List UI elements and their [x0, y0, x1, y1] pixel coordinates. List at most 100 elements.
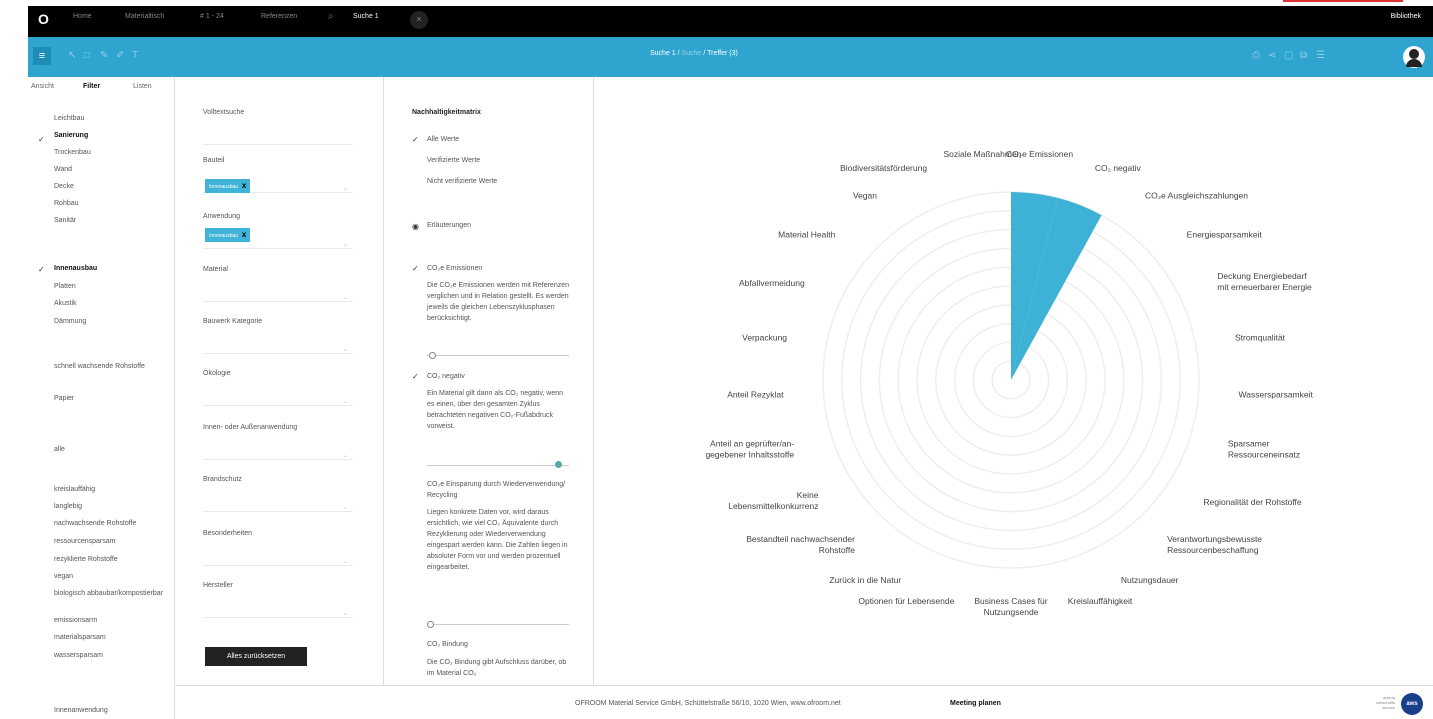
section-co2-negative-desc: Ein Material gilt dann als CO₂ negativ, …	[427, 390, 564, 430]
section-co2e-emissions-desc: Die CO₂e Emissionen werden mit Referenze…	[427, 282, 569, 322]
filter-item[interactable]: Akustik	[54, 299, 172, 308]
anwendung-chip[interactable]: Innenausbau x	[205, 228, 251, 242]
search-field-label: Besonderheiten	[203, 530, 253, 537]
option-all-values[interactable]: Alle Werte	[427, 136, 459, 143]
slider-knob[interactable]	[555, 461, 562, 468]
pen-icon[interactable]: ✎	[100, 50, 108, 61]
text-icon[interactable]: T	[132, 50, 138, 61]
search-field-input[interactable]	[203, 511, 353, 512]
search-field-input[interactable]	[203, 405, 353, 406]
breadcrumb-search[interactable]: Suche 1 /	[650, 50, 682, 57]
filter-item[interactable]: kreislauffähig	[54, 485, 172, 494]
frame-icon[interactable]: □	[84, 50, 90, 61]
search-field-input[interactable]	[203, 353, 353, 354]
aws-logo: aws	[1401, 693, 1423, 715]
list-icon[interactable]: ☰	[1316, 50, 1325, 61]
radar-axis-label: Soziale Maßnahmen	[943, 149, 1021, 159]
filter-item[interactable]: Papier	[54, 394, 172, 403]
filter-item[interactable]: schnell wachsende Rohstoffe	[54, 362, 172, 371]
chevron-down-icon[interactable]: ⌄	[343, 504, 348, 511]
tab-home[interactable]: Home	[73, 13, 92, 20]
filter-item[interactable]: Trockenbau	[54, 148, 172, 157]
search-field-input[interactable]	[203, 248, 353, 249]
section-co2e-emissions-title[interactable]: CO₂e Emissionen	[427, 265, 482, 272]
section-co2-negative-title[interactable]: CO₂ negativ	[427, 373, 465, 380]
bauteil-chip[interactable]: Innenausbau x	[205, 179, 251, 193]
filter-item[interactable]: Wand	[54, 165, 172, 174]
filter-item[interactable]: langlebig	[54, 502, 172, 511]
filter-item[interactable]: emissionsarm	[54, 616, 172, 625]
cursor-icon[interactable]: ↖	[68, 50, 76, 61]
radar-axis-label: Material Health	[778, 230, 835, 240]
section-co2e-savings-title[interactable]: CO₂e Einsparung durch Wiederverwendung/ …	[427, 479, 569, 501]
option-verified-values[interactable]: Verifizierte Werte	[427, 157, 480, 164]
search-field-input[interactable]	[203, 301, 353, 302]
slider-knob[interactable]	[429, 352, 436, 359]
radar-axis-label: CO₂ negativ	[1095, 163, 1142, 173]
reset-all-button[interactable]: Alles zurücksetzen	[205, 647, 307, 666]
copy-icon[interactable]: ⧉	[1300, 50, 1307, 61]
filter-item[interactable]: vegan	[54, 572, 172, 581]
filter-item[interactable]: Decke	[54, 182, 172, 191]
print-icon[interactable]: ⎙	[1252, 50, 1260, 61]
search-fields-panel: Volltextsuche Bauteil ⌄ Anwendung ⌄ Material ⌄…	[175, 77, 384, 685]
remove-chip-icon[interactable]: x	[242, 181, 246, 190]
radar-axis-label: Anteil Rezyklat	[727, 389, 784, 399]
filter-item[interactable]: Sanierung	[54, 131, 172, 140]
search-field-input[interactable]	[203, 617, 353, 618]
chevron-down-icon[interactable]: ⌄	[343, 185, 348, 192]
chevron-down-icon[interactable]: ⌄	[343, 294, 348, 301]
sustainability-radar-chart: CO₂e Emissionen CO₂ negativ CO₂e Ausgleich…	[595, 77, 1433, 685]
tab-suche-1[interactable]: Suche 1	[353, 13, 379, 20]
close-tab-icon[interactable]: ×	[410, 11, 428, 29]
slider-knob[interactable]	[427, 621, 434, 628]
filter-item[interactable]: ressourcensparsam	[54, 537, 172, 546]
filter-item[interactable]: Rohbau	[54, 199, 172, 208]
chevron-down-icon[interactable]: ⌄	[343, 398, 348, 405]
filter-item[interactable]: Platten	[54, 282, 172, 291]
chevron-down-icon[interactable]: ⌄	[343, 610, 348, 617]
library-link[interactable]: Bibliothek	[1391, 13, 1421, 20]
segment-ansicht[interactable]: Ansicht	[31, 83, 54, 90]
tab-materialtisch[interactable]: Materialtisch	[125, 13, 164, 20]
filter-item[interactable]: Sanitär	[54, 216, 172, 225]
filter-item[interactable]: wassersparsam	[54, 651, 172, 660]
search-field-input[interactable]	[203, 144, 353, 145]
chevron-down-icon[interactable]: ⌄	[343, 558, 348, 565]
chevron-down-icon[interactable]: ⌄	[343, 241, 348, 248]
filter-item[interactable]: Innenausbau	[54, 264, 172, 273]
section-co2-binding-title[interactable]: CO₂ Bindung	[427, 641, 468, 648]
tab-referenzen[interactable]: Referenzen	[261, 13, 297, 20]
filter-item[interactable]: nachwachsende Rohstoffe	[54, 519, 172, 528]
pencil-icon[interactable]: ✐	[116, 50, 124, 61]
radio-icon[interactable]: ◉	[412, 222, 419, 231]
chevron-down-icon[interactable]: ⌄	[343, 346, 348, 353]
search-icon[interactable]: ⌕	[328, 11, 334, 22]
app-logo[interactable]: O	[38, 11, 54, 27]
filter-item[interactable]: Dämmung	[54, 317, 172, 326]
breadcrumb-results: / Treffer (3)	[701, 50, 738, 57]
segment-filter[interactable]: Filter	[83, 83, 100, 90]
meeting-link[interactable]: Meeting planen	[950, 700, 1001, 707]
filter-item[interactable]: Leichtbau	[54, 114, 172, 123]
filter-item[interactable]: materialsparsam	[54, 633, 172, 642]
chevron-down-icon[interactable]: ⌄	[343, 452, 348, 459]
option-unverified-values[interactable]: Nicht verifizierte Werte	[427, 178, 497, 185]
share-icon[interactable]: ⋖	[1268, 50, 1276, 61]
segment-listen[interactable]: Listen	[133, 83, 152, 90]
menu-icon[interactable]: ≡	[33, 47, 51, 65]
chip-label: Innenausbau	[209, 184, 238, 190]
tab-numbers[interactable]: # 1 - 24	[200, 13, 224, 20]
search-field-input[interactable]	[203, 459, 353, 460]
remove-chip-icon[interactable]: x	[242, 230, 246, 239]
search-field-label: Bauteil	[203, 157, 225, 164]
option-explanations[interactable]: Erläuterungen	[427, 222, 471, 229]
search-field-input[interactable]	[203, 565, 353, 566]
breadcrumb-query[interactable]: Suche	[682, 50, 702, 57]
filter-item[interactable]: alle	[54, 445, 172, 454]
filter-item[interactable]: rezyklierte Rohstoffe	[54, 555, 172, 564]
lock-icon[interactable]: ▢	[1284, 50, 1293, 61]
avatar[interactable]	[1403, 46, 1425, 68]
filter-item[interactable]: biologisch abbaubar/kompostierbar	[54, 589, 172, 598]
filter-item[interactable]: Innenanwendung	[54, 706, 172, 715]
